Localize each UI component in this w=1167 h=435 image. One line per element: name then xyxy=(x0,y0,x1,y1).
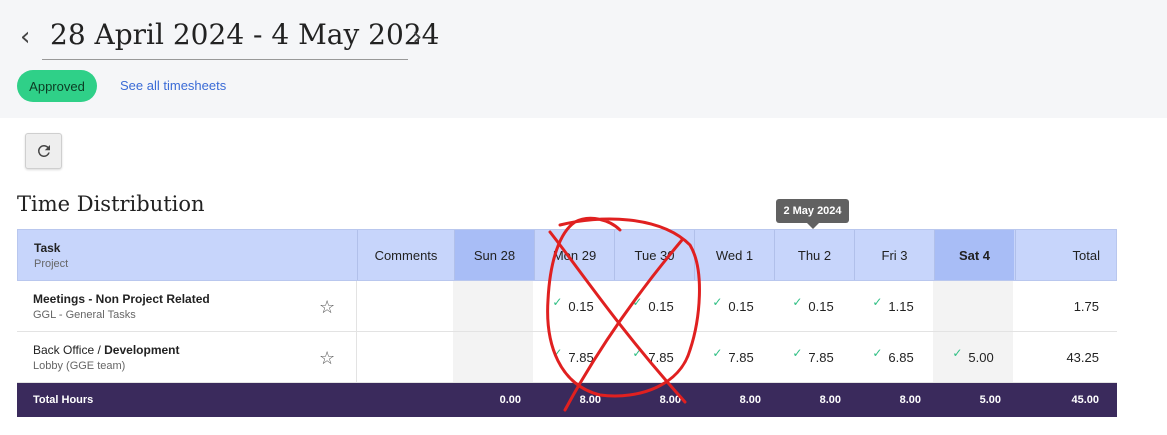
day-cell-sun[interactable] xyxy=(453,332,533,382)
check-icon: ✓ xyxy=(872,295,883,309)
header-total: Total xyxy=(1015,230,1118,280)
task-title: Development xyxy=(104,342,180,357)
comments-cell[interactable] xyxy=(356,332,453,382)
star-outline-icon[interactable]: ☆ xyxy=(319,348,335,369)
check-icon: ✓ xyxy=(632,346,643,360)
header-day-tue: Tue 30 xyxy=(614,230,694,280)
see-all-timesheets-link[interactable]: See all timesheets xyxy=(120,78,226,93)
day-cell-sat[interactable] xyxy=(933,281,1013,331)
day-cell-fri[interactable]: ✓ 6.85 xyxy=(853,332,933,382)
date-tooltip: 2 May 2024 xyxy=(776,199,849,229)
total-mon: 8.00 xyxy=(579,394,601,406)
header-task-label: Task xyxy=(34,240,61,255)
total-wed: 8.00 xyxy=(739,394,761,406)
header-project-label: Project xyxy=(34,257,69,270)
task-cell: Meetings - Non Project Related GGL - Gen… xyxy=(17,281,356,331)
header-day-mon: Mon 29 xyxy=(534,230,614,280)
task-cell: Back Office / Development Lobby (GGE tea… xyxy=(17,332,356,382)
header-day-wed: Wed 1 xyxy=(694,230,774,280)
day-cell-wed[interactable]: ✓ 7.85 xyxy=(693,332,773,382)
check-icon: ✓ xyxy=(792,295,803,309)
row-total: 1.75 xyxy=(1073,298,1099,314)
header-task: Task Project xyxy=(18,230,357,280)
check-icon: ✓ xyxy=(872,346,883,360)
check-icon: ✓ xyxy=(632,295,643,309)
refresh-icon xyxy=(37,144,50,157)
day-cell-tue[interactable]: ✓ 0.15 xyxy=(613,281,693,331)
date-range-title: 28 April 2024 - 4 May 2024 xyxy=(42,14,439,60)
refresh-button[interactable] xyxy=(25,133,62,169)
day-cell-mon[interactable]: ✓ 0.15 xyxy=(533,281,613,331)
totals-row: Total Hours 0.00 8.00 8.00 8.00 8.00 8.0… xyxy=(17,383,1117,417)
total-thu: 8.00 xyxy=(819,394,841,406)
check-icon: ✓ xyxy=(952,346,963,360)
section-title: Time Distribution xyxy=(17,192,205,216)
hours-value: 7.85 xyxy=(568,349,594,365)
header-day-thu: Thu 2 xyxy=(774,230,854,280)
hours-value: 7.85 xyxy=(808,349,834,365)
hours-value: 0.15 xyxy=(728,298,754,314)
hours-value: 7.85 xyxy=(648,349,674,365)
check-icon: ✓ xyxy=(552,295,563,309)
day-cell-fri[interactable]: ✓ 1.15 xyxy=(853,281,933,331)
total-sun: 0.00 xyxy=(499,394,521,406)
hours-value: 0.15 xyxy=(648,298,674,314)
grand-total: 45.00 xyxy=(1071,394,1099,406)
hours-value: 0.15 xyxy=(568,298,594,314)
total-sat: 5.00 xyxy=(979,394,1001,406)
check-icon: ✓ xyxy=(792,346,803,360)
day-cell-mon[interactable]: ✓ 7.85 xyxy=(533,332,613,382)
day-cell-sun[interactable] xyxy=(453,281,533,331)
day-cell-thu[interactable]: ✓ 7.85 xyxy=(773,332,853,382)
check-icon: ✓ xyxy=(712,295,723,309)
status-badge: Approved xyxy=(17,70,97,102)
day-cell-thu[interactable]: ✓ 0.15 xyxy=(773,281,853,331)
check-icon: ✓ xyxy=(552,346,563,360)
table-row: Meetings - Non Project Related GGL - Gen… xyxy=(17,281,1117,332)
hours-value: 1.15 xyxy=(888,298,914,314)
totals-label: Total Hours xyxy=(33,394,94,406)
task-title: Meetings - Non Project Related xyxy=(33,291,210,306)
hours-value: 7.85 xyxy=(728,349,754,365)
previous-week-button[interactable]: ‹ xyxy=(20,22,30,52)
time-distribution-table: Task Project Comments Sun 28 Mon 29 Tue … xyxy=(17,229,1117,417)
total-tue: 8.00 xyxy=(659,394,681,406)
hours-value: 5.00 xyxy=(968,349,994,365)
star-outline-icon[interactable]: ☆ xyxy=(319,297,335,318)
task-title-line: Back Office / Development xyxy=(33,343,180,357)
next-week-button[interactable]: › xyxy=(412,22,422,52)
task-project: GGL - General Tasks xyxy=(33,308,136,321)
header-comments: Comments xyxy=(357,230,454,280)
row-total: 43.25 xyxy=(1066,349,1099,365)
table-header-row: Task Project Comments Sun 28 Mon 29 Tue … xyxy=(17,229,1117,281)
header-day-fri: Fri 3 xyxy=(854,230,934,280)
header-day-sun: Sun 28 xyxy=(454,230,534,280)
timesheet-header-area: ‹ 28 April 2024 - 4 May 2024 › Approved … xyxy=(0,0,1167,118)
total-fri: 8.00 xyxy=(899,394,921,406)
task-prefix: Back Office / xyxy=(33,342,105,357)
hours-value: 0.15 xyxy=(808,298,834,314)
header-day-sat: Sat 4 xyxy=(934,230,1014,280)
comments-cell[interactable] xyxy=(356,281,453,331)
hours-value: 6.85 xyxy=(888,349,914,365)
table-row: Back Office / Development Lobby (GGE tea… xyxy=(17,332,1117,383)
day-cell-sat[interactable]: ✓ 5.00 xyxy=(933,332,1013,382)
day-cell-tue[interactable]: ✓ 7.85 xyxy=(613,332,693,382)
task-project: Lobby (GGE team) xyxy=(33,359,126,372)
day-cell-wed[interactable]: ✓ 0.15 xyxy=(693,281,773,331)
check-icon: ✓ xyxy=(712,346,723,360)
